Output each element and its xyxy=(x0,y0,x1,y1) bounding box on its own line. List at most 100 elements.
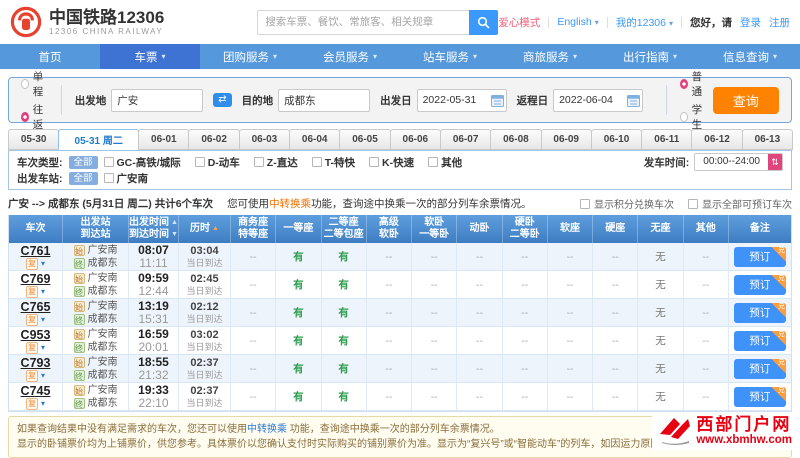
nav-item[interactable]: 信息查询 ▾ xyxy=(700,44,800,69)
checkbox-icon xyxy=(103,173,114,183)
column-header[interactable]: 一等座 xyxy=(276,215,322,243)
nav-item[interactable]: 会员服务 ▾ xyxy=(300,44,400,69)
train-number-link[interactable]: C761 xyxy=(21,244,51,258)
transfer-link[interactable]: 中转换乘 xyxy=(247,424,287,435)
date-tab[interactable]: 06-11 xyxy=(641,129,693,150)
book-button[interactable]: 预订 兑 xyxy=(733,246,786,267)
my-12306-menu[interactable]: 我的12306 ▾ xyxy=(616,15,673,30)
book-button[interactable]: 预订 兑 xyxy=(733,386,786,407)
date-tab[interactable]: 06-07 xyxy=(439,129,492,150)
train-number-link[interactable]: C793 xyxy=(21,356,51,370)
expand-caret-icon[interactable]: ▾ xyxy=(41,259,45,269)
expand-caret-icon[interactable]: ▾ xyxy=(41,343,45,353)
expand-caret-icon[interactable]: ▾ xyxy=(41,287,45,297)
display-toggle-checkbox[interactable]: 显示全部可预订车次 xyxy=(688,196,792,211)
passenger-type-radio[interactable]: 学生 xyxy=(679,102,707,132)
date-tab[interactable]: 06-10 xyxy=(590,129,643,150)
column-header[interactable]: 其他 xyxy=(684,215,729,243)
all-types-badge[interactable]: 全部 xyxy=(68,155,98,169)
depart-time: 09:59 xyxy=(138,271,169,285)
column-header[interactable]: 商务座 特等座 xyxy=(231,215,277,243)
seat-hard-seat-cell: -- xyxy=(593,271,639,298)
transfer-link[interactable]: 中转换乘 xyxy=(269,198,311,210)
column-header[interactable]: 软卧 一等卧 xyxy=(412,215,458,243)
calendar-icon[interactable] xyxy=(627,94,641,107)
date-tab[interactable]: 06-09 xyxy=(540,129,592,150)
column-header[interactable]: 高级 软卧 xyxy=(367,215,413,243)
train-type-checkbox[interactable]: Z-直达 xyxy=(253,155,298,170)
expand-caret-icon[interactable]: ▾ xyxy=(41,315,45,325)
book-button[interactable]: 预订 兑 xyxy=(733,330,786,351)
date-tab[interactable]: 06-03 xyxy=(238,129,291,150)
column-header[interactable]: 硬卧 二等卧 xyxy=(503,215,548,243)
column-header[interactable]: 车次 xyxy=(9,215,63,243)
date-tab[interactable]: 06-08 xyxy=(490,129,542,150)
date-tab[interactable]: 06-13 xyxy=(741,129,794,150)
date-tab[interactable]: 06-06 xyxy=(389,129,441,150)
date-tab[interactable]: 06-02 xyxy=(188,129,240,150)
nav-item[interactable]: 首页 xyxy=(0,44,100,69)
train-type-checkbox[interactable]: D-动车 xyxy=(194,155,240,170)
trip-type-radio[interactable]: 往返 xyxy=(21,102,48,132)
to-station-input[interactable] xyxy=(278,88,371,112)
column-header[interactable]: 备注 xyxy=(729,215,791,243)
date-tab-label: 06-01 xyxy=(151,134,177,145)
depart-station-checkbox[interactable]: 广安南 xyxy=(103,171,148,186)
column-header[interactable]: 出发时间 ▲ 到达时间 ▼ xyxy=(129,215,179,243)
query-button[interactable]: 查询 xyxy=(712,86,779,114)
depart-time-value[interactable]: 00:00--24:00 xyxy=(695,154,768,170)
nav-item[interactable]: 出行指南 ▾ xyxy=(600,44,700,69)
train-type-checkbox[interactable]: GC-高铁/城际 xyxy=(103,155,181,170)
arrive-day: 当日到达 xyxy=(186,285,223,296)
train-number-link[interactable]: C769 xyxy=(21,272,51,286)
column-header[interactable]: 动卧 xyxy=(457,215,503,243)
nav-item[interactable]: 团购服务 ▾ xyxy=(200,44,300,69)
login-link[interactable]: 登录 xyxy=(740,15,761,30)
column-header[interactable]: 出发站 到达站 xyxy=(63,215,129,243)
date-tab[interactable]: 05-30 xyxy=(8,129,60,150)
column-header[interactable]: 二等座 二等包座 xyxy=(322,215,367,243)
book-button[interactable]: 预订 兑 xyxy=(733,302,786,323)
train-number-link[interactable]: C745 xyxy=(21,384,51,398)
column-header[interactable]: 硬座 xyxy=(593,215,639,243)
train-type-checkbox[interactable]: 其他 xyxy=(428,155,462,170)
seat-hard-sleeper-cell: -- xyxy=(503,271,548,298)
column-header[interactable]: 无座 xyxy=(638,215,684,243)
nav-item[interactable]: 商旅服务 ▾ xyxy=(500,44,600,69)
book-button[interactable]: 预订 兑 xyxy=(733,274,786,295)
from-station-input[interactable] xyxy=(111,88,204,112)
care-mode-link[interactable]: 爱心模式 xyxy=(498,15,540,30)
date-tab[interactable]: 06-05 xyxy=(339,129,391,150)
train-number-link[interactable]: C765 xyxy=(21,300,51,314)
train-type-checkbox[interactable]: T-特快 xyxy=(311,155,355,170)
swap-stations-icon[interactable]: ⇄ xyxy=(213,93,232,107)
global-search-input[interactable] xyxy=(257,9,470,35)
date-tab[interactable]: 06-04 xyxy=(289,129,341,150)
date-tab[interactable]: 05-31 周二 xyxy=(58,129,140,150)
train-type-checkbox[interactable]: K-快速 xyxy=(369,155,414,170)
seat-first-cell: 有 xyxy=(276,327,322,354)
nav-item[interactable]: 站车服务 ▾ xyxy=(400,44,500,69)
checkbox-icon xyxy=(253,157,264,167)
all-stations-badge[interactable]: 全部 xyxy=(68,171,98,185)
language-select[interactable]: English ▾ xyxy=(557,16,598,28)
book-button[interactable]: 预订 兑 xyxy=(733,358,786,379)
passenger-type-radio[interactable]: 普通 xyxy=(679,69,707,99)
depart-date-field: 出发日 xyxy=(380,88,507,112)
nav-item[interactable]: 车票 ▾ xyxy=(100,44,200,69)
date-tab[interactable]: 06-12 xyxy=(691,129,743,150)
expand-caret-icon[interactable]: ▾ xyxy=(41,399,45,409)
date-tab[interactable]: 06-01 xyxy=(138,129,190,150)
calendar-icon[interactable] xyxy=(490,94,504,107)
trip-type-radio[interactable]: 单程 xyxy=(21,69,48,99)
register-link[interactable]: 注册 xyxy=(769,15,790,30)
time-range-toggle-icon[interactable]: ⇅ xyxy=(768,154,782,170)
column-header[interactable]: 软座 xyxy=(548,215,594,243)
search-button[interactable] xyxy=(469,9,499,35)
train-number-link[interactable]: C953 xyxy=(21,328,51,342)
display-toggle-checkbox[interactable]: 显示积分兑换车次 xyxy=(580,196,674,211)
brand[interactable]: 中国铁路12306 12306 CHINA RAILWAY xyxy=(10,6,257,38)
column-header[interactable]: 历时 ▲ xyxy=(179,215,231,243)
expand-caret-icon[interactable]: ▾ xyxy=(41,371,45,381)
watermark: 西部门户网 www.xbmhw.com xyxy=(652,412,798,450)
